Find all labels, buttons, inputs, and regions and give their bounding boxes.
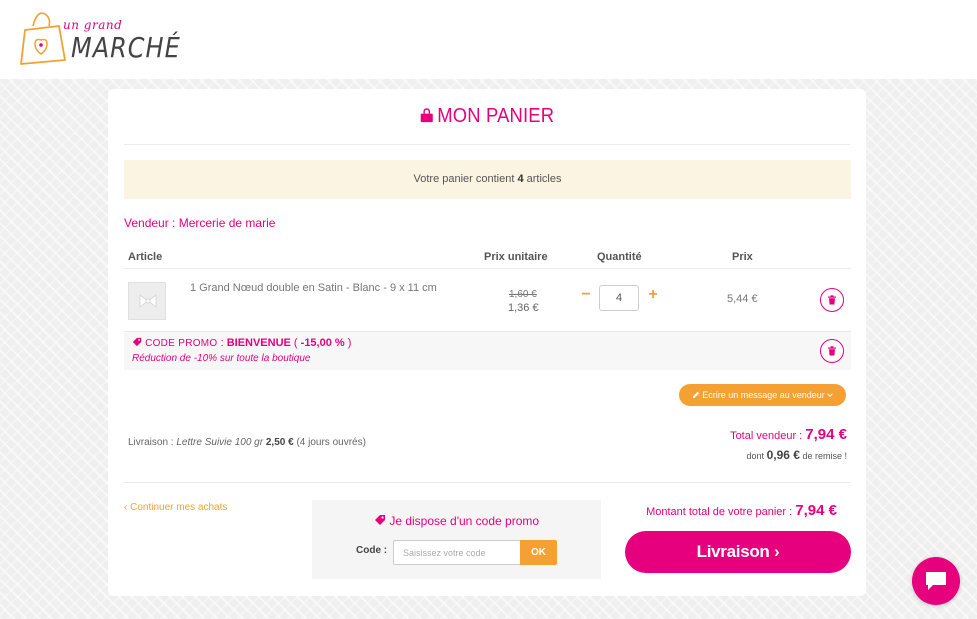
promo-code-box: Je dispose d'un code promo Code : OK (312, 500, 601, 579)
cart-grand-total: Montant total de votre panier : 7,94 € (646, 502, 837, 519)
quantity-decrease-button[interactable]: − (579, 287, 593, 303)
line-price: 5,44 € (727, 293, 758, 305)
promo-discount: -15,00 % (300, 337, 345, 349)
top-bar: un grand MARCHÉ (0, 0, 977, 79)
page-title: MON PANIER (138, 105, 835, 128)
checkout-label: Livraison (696, 542, 770, 561)
remove-item-button[interactable] (820, 288, 844, 312)
shipping-prefix: Livraison : (128, 437, 174, 448)
trash-icon (828, 295, 836, 305)
product-name[interactable]: 1 Grand Nœud double en Satin - Blanc - 9… (190, 282, 437, 294)
promo-code: BIENVENUE (226, 337, 291, 349)
quantity-increase-button[interactable]: + (646, 287, 660, 303)
promo-code-input[interactable] (393, 540, 520, 565)
header-divider (124, 268, 851, 269)
promo-submit-button[interactable]: OK (520, 540, 557, 565)
column-header-quantity: Quantité (597, 251, 642, 263)
chat-widget-button[interactable] (912, 557, 960, 605)
applied-promo-row: CODE PROMO : BIENVENUE ( -15,00 % ) Rédu… (124, 332, 851, 370)
cart-notice: Votre panier contient 4 articles (124, 160, 851, 199)
title-divider (124, 144, 850, 145)
chat-icon (926, 572, 946, 590)
chevron-down-icon (827, 393, 834, 397)
trash-icon (828, 346, 836, 356)
product-thumbnail[interactable] (128, 282, 166, 320)
discount-prefix: dont (746, 451, 765, 461)
grand-total-amount: 7,94 € (795, 502, 837, 519)
vendor-name[interactable]: Vendeur : Mercerie de marie (124, 216, 275, 230)
old-price: 1,60 € (509, 289, 537, 300)
continue-shopping-label: Continuer mes achats (130, 502, 228, 513)
promo-code-label: CODE PROMO (145, 338, 218, 349)
unit-price: 1,36 € (508, 302, 539, 314)
promo-line: CODE PROMO : BIENVENUE ( -15,00 % ) (132, 337, 351, 349)
shipping-price: 2,50 € (265, 437, 294, 448)
notice-count: 4 (517, 173, 524, 185)
site-logo[interactable]: un grand MARCHÉ (19, 8, 180, 70)
bow-image-icon (139, 294, 157, 308)
tag-icon (374, 515, 385, 525)
tag-icon (132, 337, 142, 347)
promo-separator: : (217, 337, 227, 349)
shipping-method: Lettre Suivie 100 gr (176, 437, 264, 448)
grand-total-label: Montant total de votre panier : (646, 506, 793, 518)
remove-promo-button[interactable] (820, 339, 844, 363)
promo-description: Réduction de -10% sur toute la boutique (132, 353, 311, 364)
column-header-unit-price: Prix unitaire (484, 251, 548, 263)
quantity-input[interactable] (599, 285, 639, 311)
message-vendor-button[interactable]: Ecrire un message au vendeur (679, 384, 846, 406)
chevron-right-icon: › (773, 542, 780, 561)
vendor-total-label: Total vendeur : (730, 430, 803, 442)
discount-summary: dont 0,96 € de remise ! (747, 448, 847, 462)
chevron-left-icon: ‹ (124, 502, 128, 513)
cart-card: MON PANIER Votre panier contient 4 artic… (108, 89, 866, 596)
column-header-article: Article (128, 251, 163, 263)
notice-prefix: Votre panier contient (413, 173, 515, 185)
discount-suffix: de remise ! (802, 451, 847, 461)
shipping-info: Livraison : Lettre Suivie 100 gr 2,50 € … (128, 437, 366, 448)
pencil-icon (692, 391, 699, 399)
vendor-total: Total vendeur : 7,94 € (730, 426, 847, 443)
page-title-text: MON PANIER (437, 105, 555, 127)
notice-suffix: articles (526, 173, 562, 185)
shipping-delay: (4 jours ouvrés) (296, 437, 366, 448)
logo-bag-icon (20, 12, 66, 65)
promo-code-label: Code : (356, 545, 388, 556)
vendor-total-amount: 7,94 € (805, 426, 847, 443)
discount-amount: 0,96 € (766, 448, 800, 462)
logo-small-word: un grand (63, 18, 123, 32)
column-header-price: Prix (732, 251, 753, 263)
continue-shopping-link[interactable]: ‹ Continuer mes achats (124, 502, 227, 513)
logo-big-word: MARCHÉ (71, 31, 181, 65)
checkout-delivery-button[interactable]: Livraison › (625, 531, 851, 573)
section-divider (124, 482, 851, 483)
promo-box-title: Je dispose d'un code promo (312, 514, 601, 528)
message-vendor-label: Ecrire un message au vendeur (702, 390, 825, 400)
promo-box-title-text: Je dispose d'un code promo (389, 514, 540, 528)
shopping-bag-icon (420, 108, 433, 123)
